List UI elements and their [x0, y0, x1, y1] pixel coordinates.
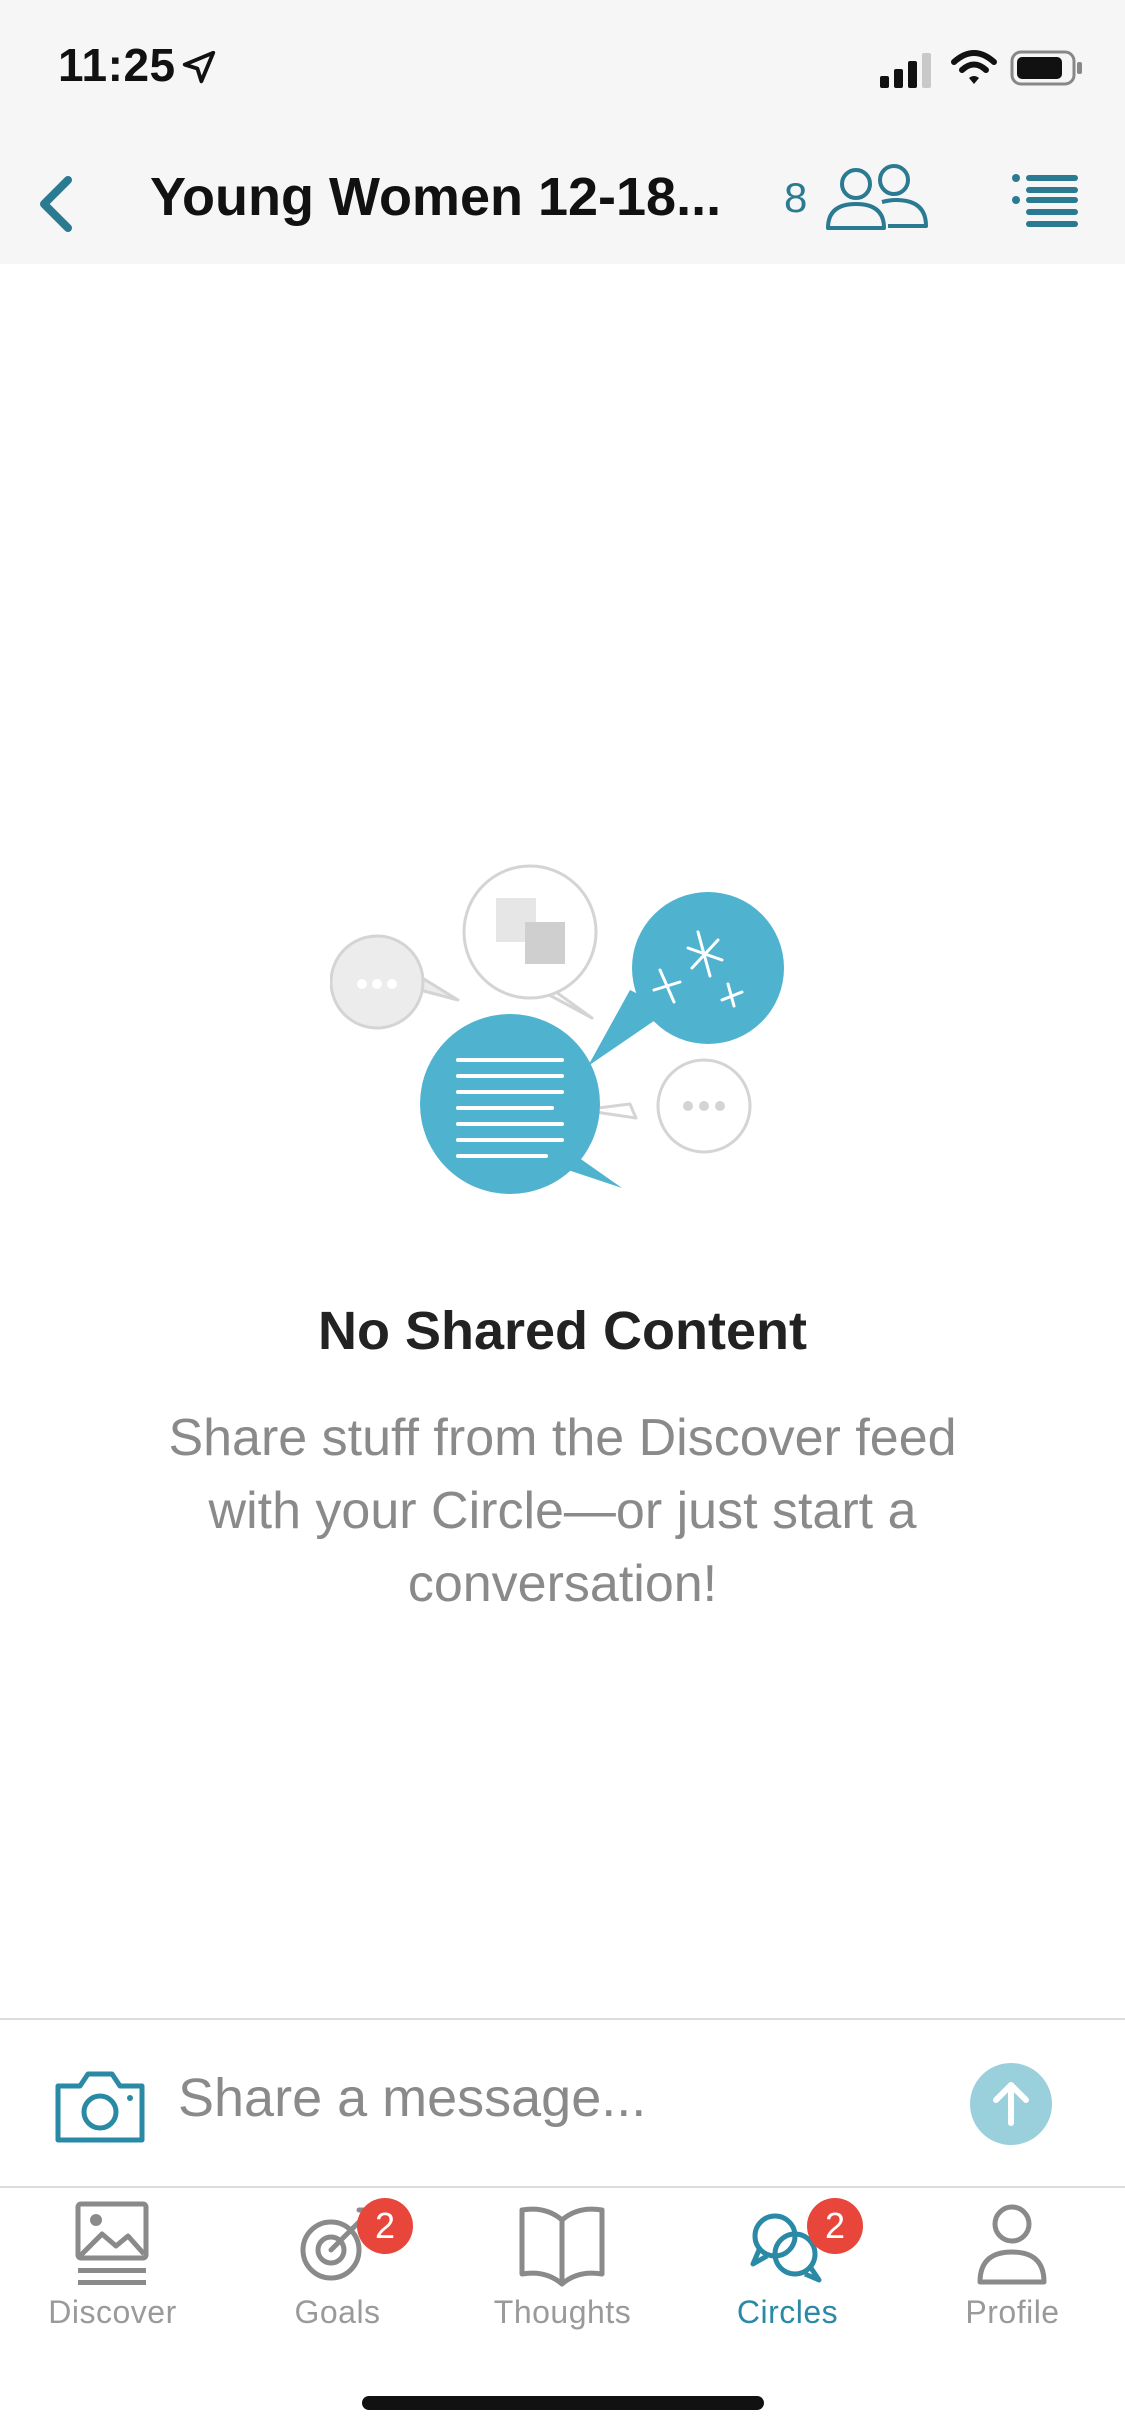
image-bubble [462, 864, 598, 1020]
tab-circles[interactable]: 2 Circles [675, 2188, 900, 2348]
send-button[interactable] [970, 2063, 1052, 2145]
nav-bar: Young Women 12-18... 8 [0, 140, 1125, 264]
tab-label-thoughts: Thoughts [493, 2294, 632, 2330]
empty-state-message: Share stuff from the Discover feed with … [168, 1409, 957, 1613]
person-icon [977, 2204, 1047, 2285]
tab-profile[interactable]: Profile [900, 2188, 1125, 2348]
arrow-up-icon [993, 2082, 1029, 2126]
circles-badge: 2 [807, 2198, 863, 2254]
status-bar: 11:25 [0, 0, 1125, 140]
circle-screen: 11:25 Young Women 12-18... 8 No Shared C… [0, 0, 1125, 2436]
member-count[interactable]: 8 [784, 174, 807, 222]
goals-badge: 2 [357, 2198, 413, 2254]
open-book-icon [519, 2206, 605, 2287]
camera-icon[interactable] [52, 2066, 148, 2146]
list-menu-icon[interactable] [1010, 168, 1080, 232]
tab-label-goals: Goals [294, 2294, 381, 2330]
empty-state-title: No Shared Content [317, 1301, 807, 1361]
tab-label-profile: Profile [965, 2294, 1060, 2330]
tab-label-circles: Circles [736, 2294, 839, 2330]
speech-bubbles-illustration [330, 864, 784, 1194]
people-icon[interactable] [822, 160, 932, 240]
image-feed-icon [75, 2201, 149, 2285]
text-bubble [420, 1014, 622, 1194]
outline-dots-bubble [580, 1058, 752, 1154]
tab-goals[interactable]: 2 Goals [225, 2188, 450, 2348]
home-indicator[interactable] [362, 2396, 764, 2410]
location-arrow-icon [182, 50, 216, 84]
composer-divider [0, 2018, 1125, 2020]
message-input[interactable] [178, 2060, 938, 2136]
chevron-left-icon[interactable] [20, 158, 100, 248]
page-title: Young Women 12-18... [150, 167, 722, 227]
tab-label-discover: Discover [48, 2294, 177, 2330]
wifi-icon [951, 50, 997, 84]
status-time: 11:25 [58, 39, 176, 91]
tab-thoughts[interactable]: Thoughts [450, 2188, 675, 2348]
tab-discover[interactable]: Discover [0, 2188, 225, 2348]
gray-dots-bubble [330, 934, 460, 1030]
cellular-signal-icon [880, 53, 931, 88]
battery-icon [1010, 50, 1082, 86]
